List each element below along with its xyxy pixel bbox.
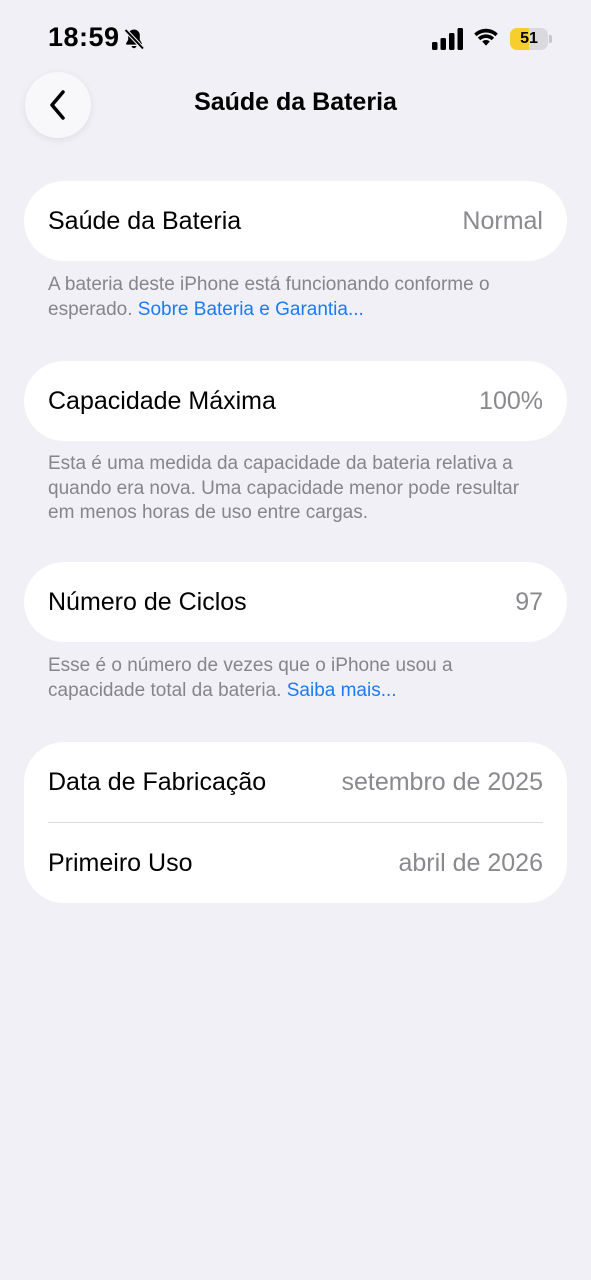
cycle-count-footnote: Esse é o número de vezes que o iPhone us…: [48, 654, 548, 703]
battery-health-row[interactable]: Saúde da Bateria Normal: [24, 181, 567, 261]
max-capacity-row[interactable]: Capacidade Máxima 100%: [24, 361, 567, 441]
battery-health-value: Normal: [462, 206, 543, 235]
status-time: 18:59: [48, 22, 120, 52]
first-use-row[interactable]: Primeiro Uso abril de 2026: [24, 823, 567, 903]
max-capacity-footnote-text: Esta é uma medida da capacidade da bater…: [48, 453, 520, 523]
learn-more-link[interactable]: Saiba mais...: [287, 680, 397, 701]
cellular-signal-icon: [432, 28, 463, 50]
battery-icon: 51: [510, 28, 552, 50]
first-use-value: abril de 2026: [398, 848, 543, 877]
cycle-count-label: Número de Ciclos: [48, 587, 247, 616]
cycle-count-row[interactable]: Número de Ciclos 97: [24, 562, 567, 642]
page-title: Saúde da Bateria: [194, 88, 397, 116]
cycle-count-value: 97: [515, 587, 543, 616]
manufacture-date-value: setembro de 2025: [341, 767, 543, 796]
max-capacity-label: Capacidade Máxima: [48, 386, 276, 415]
battery-warranty-link[interactable]: Sobre Bateria e Garantia...: [138, 299, 364, 320]
battery-health-label: Saúde da Bateria: [48, 206, 242, 235]
status-bar: 18:59 51: [0, 0, 591, 80]
dates-card: Data de Fabricação setembro de 2025 Prim…: [24, 742, 567, 903]
manufacture-date-row[interactable]: Data de Fabricação setembro de 2025: [24, 742, 567, 822]
bell-slash-icon: [124, 28, 145, 50]
max-capacity-card: Capacidade Máxima 100%: [24, 361, 567, 441]
wifi-icon: [474, 28, 498, 46]
battery-health-screen: 18:59 51 Saúde da Bateria Saúde da Bater…: [0, 0, 591, 1280]
battery-percentage: 51: [520, 30, 538, 47]
manufacture-date-label: Data de Fabricação: [48, 767, 267, 796]
cycle-count-card: Número de Ciclos 97: [24, 562, 567, 642]
battery-health-footnote: A bateria deste iPhone está funcionando …: [48, 273, 548, 322]
first-use-label: Primeiro Uso: [48, 848, 193, 877]
max-capacity-value: 100%: [479, 386, 543, 415]
max-capacity-footnote: Esta é uma medida da capacidade da bater…: [48, 452, 548, 526]
battery-health-card: Saúde da Bateria Normal: [24, 181, 567, 261]
